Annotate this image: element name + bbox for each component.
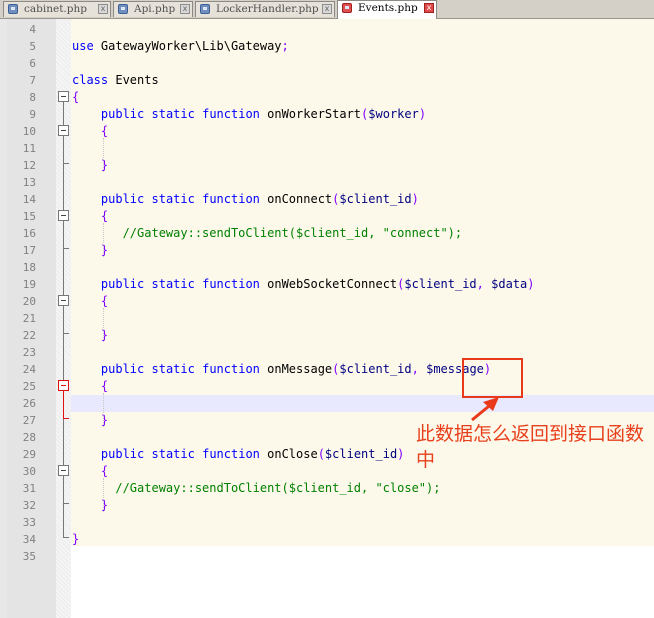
close-tab-icon[interactable]: x	[424, 3, 434, 13]
annotation-text: 此数据怎么返回到接口函数中	[416, 423, 645, 471]
tab-events-php[interactable]: Events.php x	[337, 0, 437, 19]
php-file-icon	[342, 3, 352, 13]
tab-label: Events.php	[358, 2, 418, 14]
annotation-arrow	[471, 397, 499, 422]
